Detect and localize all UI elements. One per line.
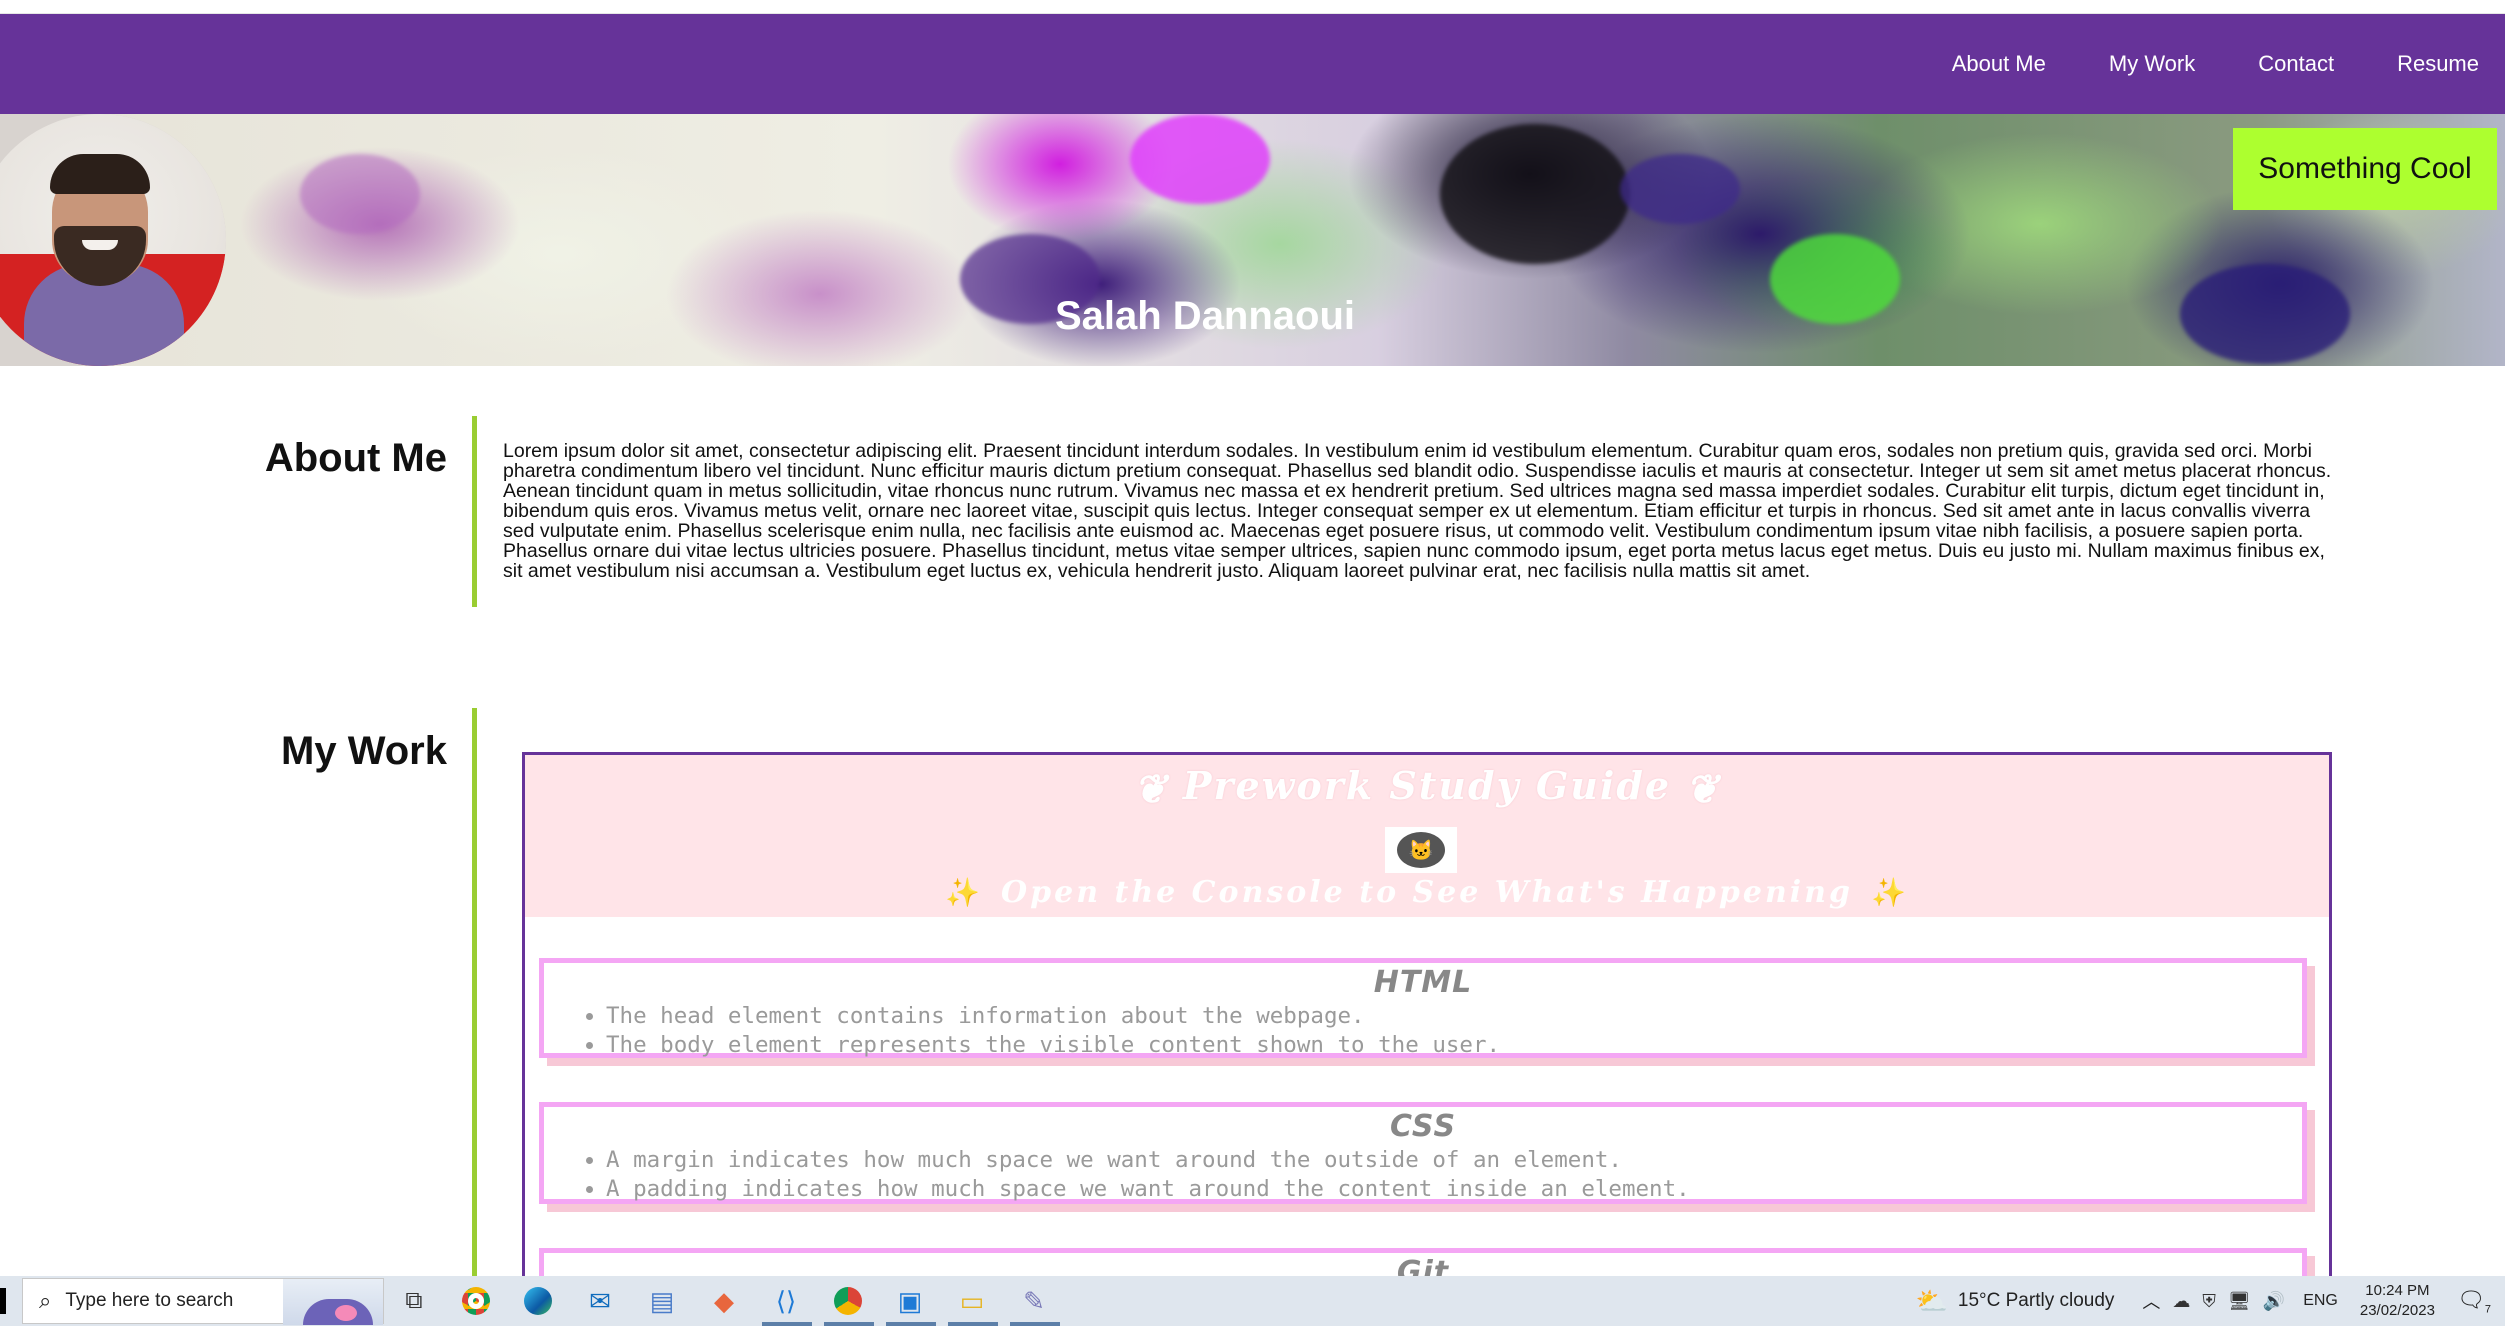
weather-text: 15°C Partly cloudy	[1957, 1290, 2115, 1311]
about-section-rule	[472, 416, 477, 607]
avatar-smile	[82, 240, 118, 250]
store-active-indicator	[886, 1322, 936, 1326]
nav-link-about[interactable]: About Me	[1952, 51, 2046, 76]
project-preview[interactable]: ❦ Prework Study Guide ❦ 🐱 ✨ Open the Consol…	[522, 752, 2332, 1326]
card-title: CSS	[1389, 1109, 1457, 1144]
partly-cloudy-icon: ⛅	[1915, 1285, 1948, 1316]
hero-texture	[1620, 154, 1740, 224]
card-list-item: The body element represents the visible …	[606, 1031, 2302, 1060]
card-title: HTML	[1373, 965, 1473, 1000]
store-icon[interactable]: ▣	[892, 1284, 928, 1318]
preview-title: ❦ Prework Study Guide ❦	[525, 763, 2329, 813]
site-nav: About Me My Work Contact Resume	[0, 14, 2505, 114]
clock-time: 10:24 PM	[2365, 1282, 2430, 1299]
clock[interactable]: 10:24 PM 23/02/2023	[2360, 1281, 2435, 1321]
taskbar: ⌕ Type here to search ⧉ ✉ ▤ ◆ ⟨⟩ ▣ ▭ ✎ ⛅…	[0, 1276, 2505, 1326]
avatar-hair	[50, 154, 150, 194]
card-html: HTML The head element contains informati…	[539, 958, 2307, 1058]
language-indicator[interactable]: ENG	[2303, 1292, 2338, 1310]
notification-icon[interactable]: 🗨7	[2457, 1287, 2491, 1315]
chrome-profile-icon[interactable]	[830, 1284, 866, 1318]
card-list-item: A padding indicates how much space we wa…	[606, 1175, 2302, 1204]
search-highlight-art	[283, 1279, 383, 1325]
file-explorer-icon[interactable]: ▭	[954, 1284, 990, 1318]
paint-icon[interactable]: ✎	[1016, 1284, 1052, 1318]
nav-link-resume[interactable]: Resume	[2397, 51, 2479, 76]
paint-active-indicator	[1010, 1322, 1060, 1326]
about-heading: About Me	[264, 436, 447, 480]
chevron-up-icon[interactable]: ︿	[2142, 1288, 2160, 1314]
preview-subtitle: ✨ Open the Console to See What's Happenin…	[525, 875, 2329, 910]
app-diamond-icon[interactable]: ◆	[706, 1284, 742, 1318]
hero-texture	[300, 154, 420, 234]
nav-link-work[interactable]: My Work	[2109, 51, 2195, 76]
explorer-active-indicator	[948, 1322, 998, 1326]
card-list-item: The head element contains information ab…	[606, 1002, 2302, 1031]
card-list: The head element contains information ab…	[606, 1002, 2302, 1060]
sparkle-right-icon: ✨	[1870, 876, 1909, 909]
onedrive-icon[interactable]: ☁	[2172, 1291, 2190, 1312]
edge-icon[interactable]	[520, 1284, 556, 1318]
vscode-icon[interactable]: ⟨⟩	[768, 1284, 804, 1318]
network-icon[interactable]: 🖥	[2228, 1291, 2251, 1312]
security-icon[interactable]: ⛨	[2202, 1291, 2216, 1312]
cat-logo-icon: 🐱	[1385, 827, 1457, 873]
nav-list: About Me My Work Contact Resume	[1889, 14, 2505, 114]
something-cool-button[interactable]: Something Cool	[2233, 128, 2497, 210]
hero-name: Salah Dannaoui	[1054, 294, 1356, 338]
volume-icon[interactable]: 🔊	[2263, 1291, 2285, 1312]
hero-texture	[1130, 114, 1270, 204]
card-list: A margin indicates how much space we wan…	[606, 1146, 2302, 1204]
hero-texture	[1440, 124, 1630, 264]
preview-subtitle-text: Open the Console to See What's Happening	[1001, 875, 1853, 910]
clock-date: 23/02/2023	[2359, 1302, 2435, 1319]
start-button[interactable]	[0, 1288, 6, 1314]
notification-count: 7	[2484, 1303, 2491, 1316]
preview-header: ❦ Prework Study Guide ❦ 🐱 ✨ Open the Consol…	[525, 755, 2329, 917]
system-tray: ⛅ 15°C Partly cloudy ︿ ☁ ⛨ 🖥 🔊 ENG 10:24…	[1916, 1276, 2505, 1326]
mail-icon[interactable]: ✉	[582, 1284, 618, 1318]
work-heading: My Work	[281, 729, 447, 773]
browser-chrome-strip	[0, 0, 2505, 14]
card-list-item: A margin indicates how much space we wan…	[606, 1146, 2302, 1175]
files-icon[interactable]: ▤	[644, 1284, 680, 1318]
work-section-rule	[472, 708, 477, 1276]
nav-link-contact[interactable]: Contact	[2258, 51, 2334, 76]
weather-widget[interactable]: ⛅ 15°C Partly cloudy	[1916, 1286, 2115, 1317]
flourish-right-icon: ❦	[1685, 766, 1721, 813]
chrome-active-indicator	[824, 1322, 874, 1326]
flourish-left-icon: ❦	[1133, 766, 1169, 813]
taskbar-search[interactable]: ⌕ Type here to search	[22, 1278, 384, 1325]
about-body: Lorem ipsum dolor sit amet, consectetur …	[503, 440, 2332, 582]
sparkle-left-icon: ✨	[945, 876, 984, 909]
page: About Me My Work Contact Resume Somethin…	[0, 0, 2505, 1326]
vscode-active-indicator	[762, 1322, 812, 1326]
task-view-icon[interactable]: ⧉	[396, 1284, 432, 1318]
chrome-icon[interactable]	[458, 1284, 494, 1318]
card-css: CSS A margin indicates how much space we…	[539, 1102, 2307, 1204]
search-icon: ⌕	[39, 1288, 52, 1313]
search-placeholder: Type here to search	[65, 1290, 234, 1311]
preview-title-text: Prework Study Guide	[1182, 763, 1672, 808]
